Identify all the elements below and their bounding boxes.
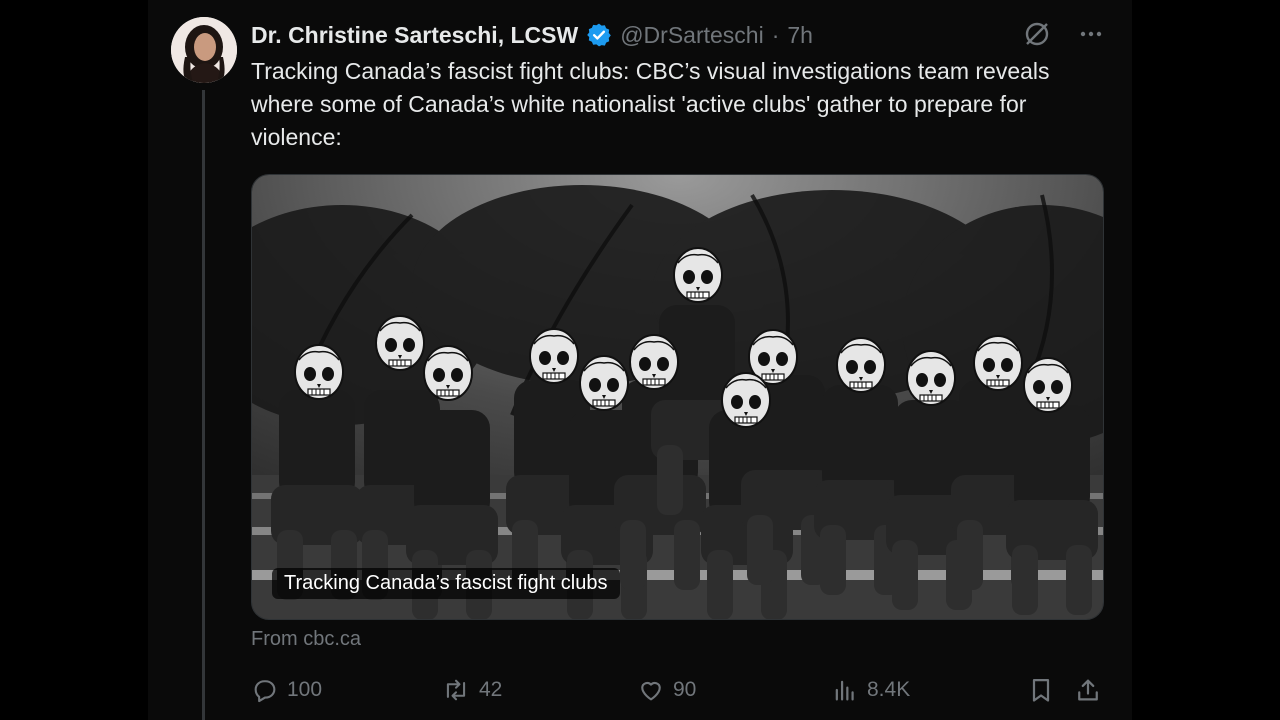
tweet-time[interactable]: 7h: [787, 22, 813, 49]
card-image: [252, 175, 1103, 619]
verified-badge-icon: [586, 22, 612, 48]
thread-line: [202, 90, 205, 720]
grok-icon[interactable]: [1023, 20, 1051, 48]
author-handle[interactable]: @DrSarteschi: [620, 22, 764, 49]
separator-dot: ·: [771, 21, 780, 48]
tweet-header: Dr. Christine Sarteschi, LCSW @DrSartesc…: [251, 18, 813, 52]
more-icon[interactable]: [1077, 20, 1105, 48]
reply-button[interactable]: 100: [251, 676, 322, 704]
like-count: 90: [673, 678, 697, 701]
reply-count: 100: [287, 678, 323, 701]
author-name[interactable]: Dr. Christine Sarteschi, LCSW: [251, 22, 578, 49]
views-button[interactable]: 8.4K: [831, 676, 910, 704]
repost-count: 42: [479, 678, 503, 701]
link-card[interactable]: Tracking Canada’s fascist fight clubs: [251, 174, 1104, 620]
share-icon: [1074, 676, 1102, 704]
bookmark-icon: [1027, 676, 1055, 704]
views-count: 8.4K: [867, 678, 911, 701]
like-icon: [637, 676, 665, 704]
tweet-text: Tracking Canada’s fascist fight clubs: C…: [251, 58, 1050, 150]
card-source[interactable]: From cbc.ca: [251, 628, 361, 651]
tweet-actions: 100 42 90 8.4K: [251, 676, 1104, 708]
repost-icon: [441, 676, 471, 704]
share-button[interactable]: [1074, 676, 1102, 704]
avatar[interactable]: [171, 17, 237, 83]
reply-icon: [251, 676, 279, 704]
bookmark-button[interactable]: [1027, 676, 1055, 704]
card-title-label: Tracking Canada’s fascist fight clubs: [272, 568, 620, 599]
tweet-top-actions: [1023, 20, 1105, 48]
repost-button[interactable]: 42: [441, 676, 502, 704]
views-icon: [831, 676, 859, 704]
like-button[interactable]: 90: [637, 676, 696, 704]
